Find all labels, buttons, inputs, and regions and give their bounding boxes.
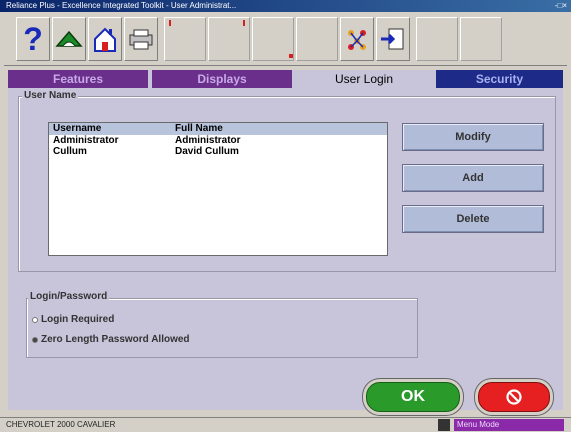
home-icon bbox=[94, 27, 116, 52]
window-controls[interactable]: -□× bbox=[555, 0, 567, 12]
flowchart-icon bbox=[348, 30, 366, 50]
printer-icon bbox=[129, 29, 153, 50]
marker-icon bbox=[169, 20, 171, 26]
export-button[interactable] bbox=[376, 17, 410, 61]
login-required-option[interactable]: Login Required bbox=[32, 314, 114, 325]
cell-full-name: Administrator bbox=[175, 135, 241, 146]
table-row[interactable]: Administrator Administrator bbox=[49, 135, 387, 146]
printer-button[interactable] bbox=[124, 17, 158, 61]
alignment-button[interactable] bbox=[52, 17, 86, 61]
zero-length-password-option[interactable]: Zero Length Password Allowed bbox=[32, 334, 190, 345]
vehicle-label: CHEVROLET 2000 CAVALIER bbox=[6, 420, 116, 429]
marker-icon bbox=[243, 20, 245, 26]
ok-button[interactable]: OK bbox=[366, 382, 460, 412]
toolbar-slot-2[interactable] bbox=[208, 17, 250, 61]
delete-button[interactable]: Delete bbox=[402, 205, 544, 233]
mode-icon bbox=[438, 419, 450, 431]
toolbar-slot-5[interactable] bbox=[416, 17, 458, 61]
column-full-name[interactable]: Full Name bbox=[175, 123, 223, 134]
toolbar-slot-6[interactable] bbox=[460, 17, 502, 61]
window-title: Reliance Plus - Excellence Integrated To… bbox=[6, 1, 237, 10]
flowchart-button[interactable] bbox=[340, 17, 374, 61]
window-titlebar: Reliance Plus - Excellence Integrated To… bbox=[0, 0, 571, 12]
marker-icon bbox=[289, 54, 293, 58]
login-password-group bbox=[26, 298, 418, 358]
login-required-label: Login Required bbox=[41, 314, 115, 325]
add-button[interactable]: Add bbox=[402, 164, 544, 192]
help-icon: ? bbox=[23, 20, 43, 57]
modify-button[interactable]: Modify bbox=[402, 123, 544, 151]
cancel-icon bbox=[506, 389, 522, 405]
toolbar-slot-3[interactable] bbox=[252, 17, 294, 61]
toolbar-slot-4[interactable] bbox=[296, 17, 338, 61]
cancel-button[interactable] bbox=[478, 382, 550, 412]
user-list[interactable]: Username Full Name Administrator Adminis… bbox=[48, 122, 388, 256]
tab-user-login[interactable]: User Login bbox=[296, 70, 432, 88]
mode-indicator: Menu Mode bbox=[454, 419, 564, 431]
home-button[interactable] bbox=[88, 17, 122, 61]
toolbar-slot-1[interactable] bbox=[164, 17, 206, 61]
export-icon bbox=[381, 28, 404, 50]
help-button[interactable]: ? bbox=[16, 17, 50, 61]
cell-username: Administrator bbox=[53, 135, 119, 146]
tab-security[interactable]: Security bbox=[436, 70, 563, 88]
zero-length-password-label: Zero Length Password Allowed bbox=[41, 334, 190, 345]
ok-label: OK bbox=[401, 388, 425, 405]
status-bar: CHEVROLET 2000 CAVALIER Menu Mode bbox=[0, 417, 571, 432]
toolbar: ? bbox=[4, 13, 567, 66]
radio-icon bbox=[32, 316, 38, 323]
tab-displays[interactable]: Displays bbox=[152, 70, 292, 88]
user-list-header: Username Full Name bbox=[49, 123, 387, 135]
user-admin-panel: Features Displays User Login Security Us… bbox=[8, 70, 563, 412]
login-password-group-label: Login/Password bbox=[28, 291, 110, 302]
cell-full-name: David Cullum bbox=[175, 146, 239, 157]
radio-checked-icon bbox=[32, 336, 38, 343]
cell-username: Cullum bbox=[53, 146, 87, 157]
tab-features[interactable]: Features bbox=[8, 70, 148, 88]
column-username[interactable]: Username bbox=[53, 123, 101, 134]
user-name-group-label: User Name bbox=[22, 90, 79, 101]
alignment-icon bbox=[55, 30, 83, 47]
table-row[interactable]: Cullum David Cullum bbox=[49, 146, 387, 157]
